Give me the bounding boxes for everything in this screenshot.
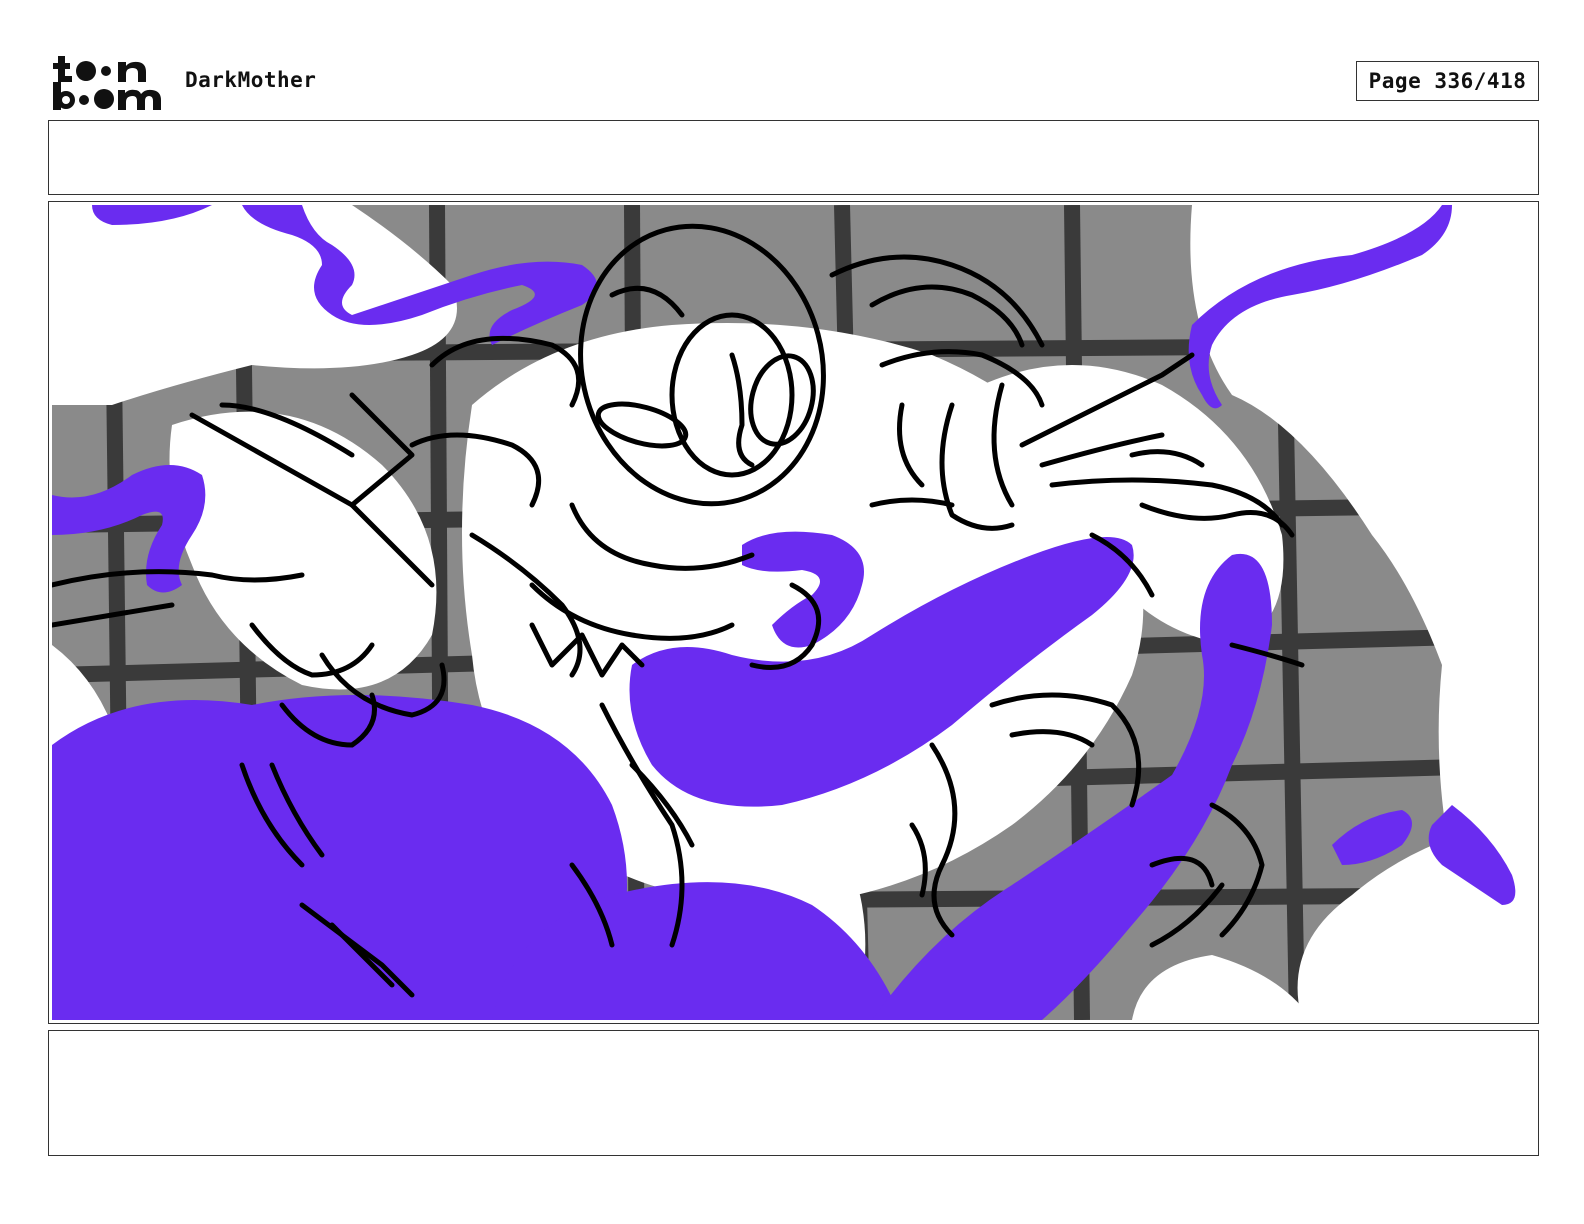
toon-boom-logo — [53, 56, 161, 110]
storyboard-panel-image — [52, 205, 1536, 1020]
page-counter-label: Page 336/418 — [1368, 69, 1527, 93]
panel-notes-box — [48, 120, 1539, 195]
page-counter: Page 336/418 — [1356, 61, 1539, 101]
project-title: DarkMother — [185, 68, 317, 92]
panel-caption-box — [48, 1030, 1539, 1156]
